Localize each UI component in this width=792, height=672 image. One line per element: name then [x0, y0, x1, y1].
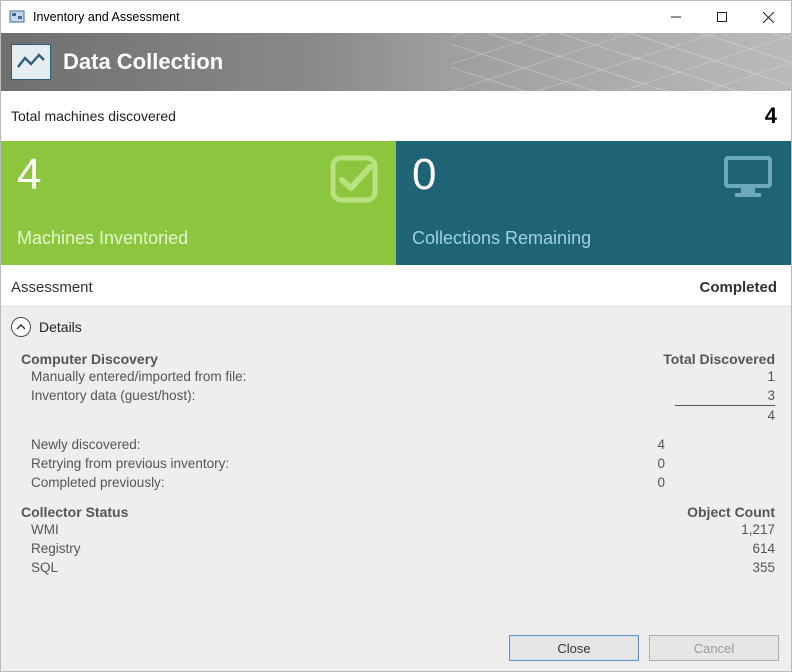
discovery-extra-row: Newly discovered: 4	[21, 435, 775, 454]
banner: Data Collection	[1, 33, 791, 91]
checkbox-checked-icon	[330, 155, 378, 206]
extra-row-val: 0	[615, 475, 675, 490]
tile-left-caption: Machines Inventoried	[17, 228, 380, 249]
minimize-button[interactable]	[653, 1, 699, 33]
discovery-row-key: Manually entered/imported from file:	[31, 369, 675, 384]
discovery-extra-row: Completed previously: 0	[21, 473, 775, 492]
collector-count-label: Object Count	[687, 504, 775, 520]
close-button[interactable]: Close	[509, 635, 639, 661]
summary-value: 4	[765, 103, 777, 129]
collector-row-val: 355	[675, 560, 775, 575]
summary-label: Total machines discovered	[11, 108, 176, 124]
tile-right-caption: Collections Remaining	[412, 228, 775, 249]
collector-row: SQL 355	[21, 558, 775, 577]
extra-row-key: Newly discovered:	[31, 437, 615, 452]
discovery-row: Inventory data (guest/host): 3	[21, 386, 775, 405]
discovery-extra-row: Retrying from previous inventory: 0	[21, 454, 775, 473]
discovery-total: 4	[675, 408, 775, 423]
tile-machines-inventoried: 4 Machines Inventoried	[1, 141, 396, 265]
summary-row: Total machines discovered 4	[1, 91, 791, 141]
cancel-button: Cancel	[649, 635, 779, 661]
banner-title: Data Collection	[63, 49, 223, 75]
discovery-row-val: 1	[675, 369, 775, 384]
close-window-button[interactable]	[745, 1, 791, 33]
extra-row-key: Retrying from previous inventory:	[31, 456, 615, 471]
app-icon	[9, 9, 25, 25]
discovery-total-label: Total Discovered	[663, 351, 775, 367]
assessment-strip: Assessment Completed	[1, 265, 791, 306]
window-title: Inventory and Assessment	[33, 10, 653, 24]
collector-row: WMI 1,217	[21, 520, 775, 539]
decorative-mesh	[451, 33, 791, 91]
discovery-row-key: Inventory data (guest/host):	[31, 388, 675, 403]
collapse-toggle[interactable]	[11, 317, 31, 337]
assessment-status: Completed	[699, 279, 777, 296]
collector-row: Registry 614	[21, 539, 775, 558]
titlebar: Inventory and Assessment	[1, 1, 791, 33]
tile-right-value: 0	[412, 153, 775, 197]
collector-row-key: WMI	[31, 522, 675, 537]
button-row: Close Cancel	[1, 627, 791, 671]
details-header-label: Details	[39, 319, 82, 335]
extra-row-key: Completed previously:	[31, 475, 615, 490]
discovery-row: Manually entered/imported from file: 1	[21, 367, 775, 386]
collector-title: Collector Status	[21, 504, 128, 520]
tile-collections-remaining: 0 Collections Remaining	[396, 141, 791, 265]
discovery-row-val: 3	[675, 388, 775, 403]
chevron-up-icon	[16, 322, 26, 332]
collector-row-key: SQL	[31, 560, 675, 575]
chart-line-icon	[11, 44, 51, 80]
assessment-label: Assessment	[11, 279, 93, 296]
details-area: Details Computer Discovery Total Discove…	[1, 306, 791, 627]
monitor-icon	[723, 155, 773, 202]
extra-row-val: 4	[615, 437, 675, 452]
tile-left-value: 4	[17, 153, 380, 197]
collector-row-key: Registry	[31, 541, 675, 556]
tiles: 4 Machines Inventoried 0 Collections Rem…	[1, 141, 791, 265]
discovery-title: Computer Discovery	[21, 351, 158, 367]
maximize-button[interactable]	[699, 1, 745, 33]
collector-row-val: 1,217	[675, 522, 775, 537]
extra-row-val: 0	[615, 456, 675, 471]
collector-row-val: 614	[675, 541, 775, 556]
